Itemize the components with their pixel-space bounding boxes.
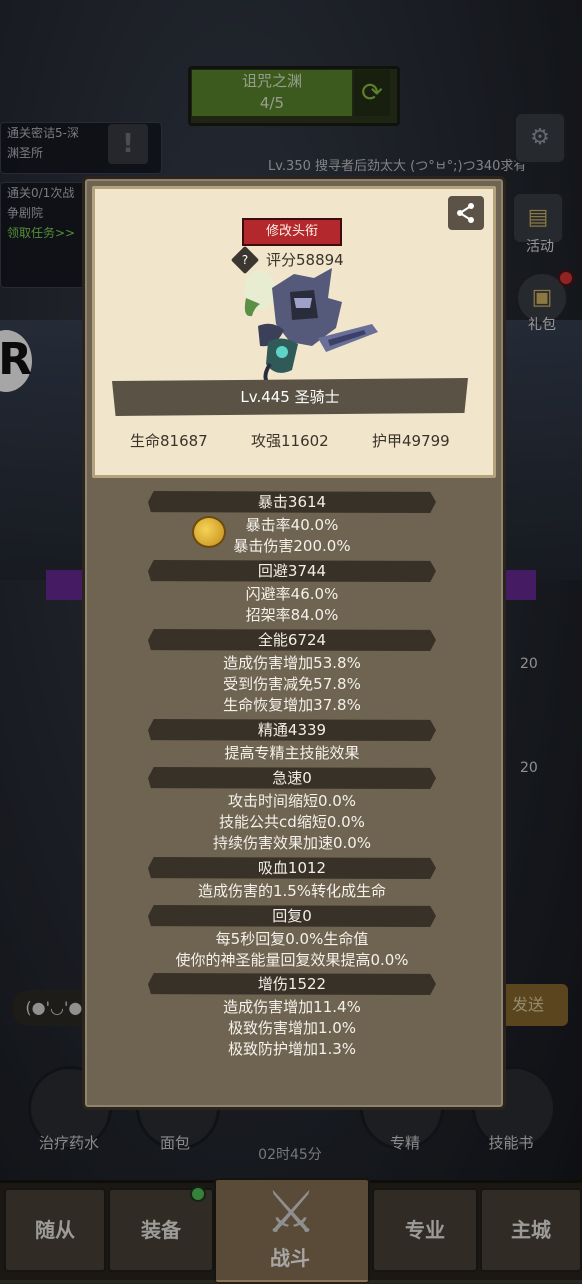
versatility-header: 全能6724 — [148, 629, 436, 651]
damage-bonus-header: 增伤1522 — [148, 973, 436, 995]
stat-line: 闪避率46.0% — [245, 585, 339, 603]
stat-line: 招架率84.0% — [245, 606, 339, 624]
stat-line: 造成伤害增加11.4% — [223, 998, 361, 1016]
stat-line: 提高专精主技能效果 — [224, 744, 360, 762]
hp-stat: 生命81687 — [130, 432, 208, 450]
stat-line: 造成伤害增加53.8% — [223, 654, 361, 672]
stat-line: 技能公共cd缩短0.0% — [219, 813, 365, 831]
haste-header: 急速0 — [148, 767, 436, 789]
crit-header: 暴击3614 — [148, 491, 436, 513]
stat-line: 极致防护增加1.3% — [227, 1040, 357, 1058]
stat-line: 生命恢复增加37.8% — [223, 696, 361, 714]
lifesteal-header: 吸血1012 — [148, 857, 436, 879]
edit-title-button[interactable]: 修改头衔 — [242, 218, 342, 246]
attack-stat: 攻强11602 — [251, 432, 329, 450]
armor-stat: 护甲49799 — [372, 432, 450, 450]
stat-line: 每5秒回复0.0%生命值 — [215, 930, 369, 948]
stat-line: 造成伤害的1.5%转化成生命 — [197, 882, 387, 900]
stat-line: 暴击率40.0% — [245, 516, 339, 534]
stat-line: 受到伤害减免57.8% — [223, 675, 361, 693]
score-value: 评分58894 — [266, 251, 344, 269]
stat-line: 攻击时间缩短0.0% — [227, 792, 357, 810]
stat-line: 极致伤害增加1.0% — [227, 1019, 357, 1037]
level-class-ribbon: Lv.445 圣骑士 — [112, 378, 468, 416]
stat-line: 暴击伤害200.0% — [233, 537, 351, 555]
share-icon[interactable] — [448, 196, 484, 230]
stat-line: 使你的神圣能量回复效果提高0.0% — [175, 951, 409, 969]
stat-line: 持续伤害效果加速0.0% — [212, 834, 372, 852]
mastery-header: 精通4339 — [148, 719, 436, 741]
regen-header: 回复0 — [148, 905, 436, 927]
paladin-avatar — [244, 268, 378, 388]
avoidance-header: 回避3744 — [148, 560, 436, 582]
